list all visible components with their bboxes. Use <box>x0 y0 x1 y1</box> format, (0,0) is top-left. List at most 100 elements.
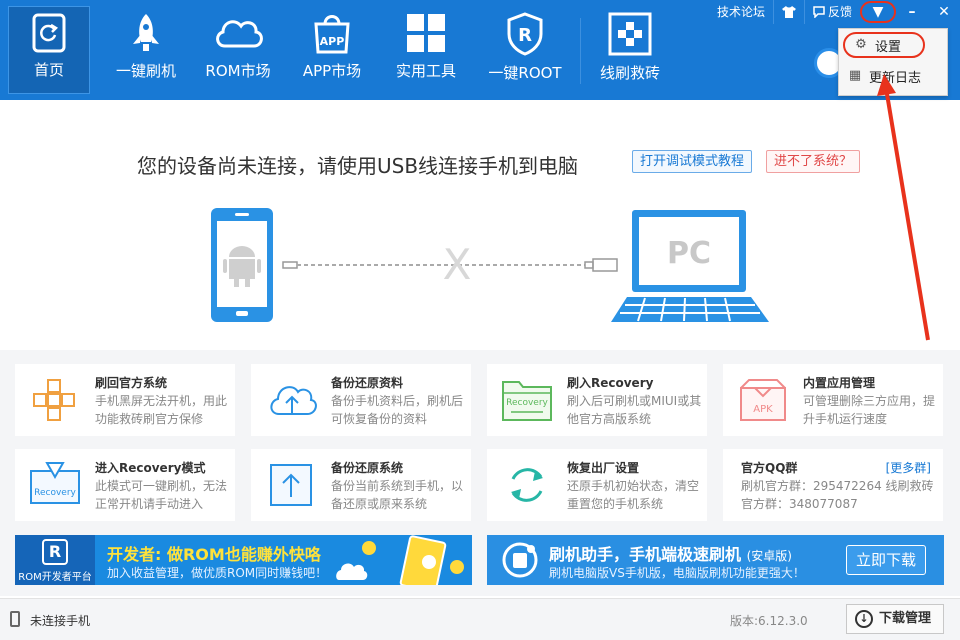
cannot-boot-button[interactable]: 进不了系统？ <box>766 150 861 173</box>
app-window: 首页 一键刷机 ROM市场 APP APP市场 实用工具 R 一键ROOT 线刷… <box>0 0 960 640</box>
nav-home-label: 首页 <box>33 61 64 79</box>
nav-tools-label: 实用工具 <box>395 62 456 80</box>
caret-down-icon: ▼ <box>872 4 884 20</box>
nav-tools[interactable]: 实用工具 <box>390 6 462 94</box>
developer-banner-title-main: 做ROM也能赚外快咯 <box>166 545 321 564</box>
app-bag-icon: APP <box>314 15 350 54</box>
feature-desc: 刷机官方群：295472264 线刷救砖官方群：348077087 <box>741 479 934 511</box>
feature-title: 恢复出厂设置 <box>567 461 640 475</box>
nav-rom-market[interactable]: ROM市场 <box>200 6 276 94</box>
nav-home[interactable]: 首页 <box>8 6 90 94</box>
nav-rom-market-label: ROM市场 <box>205 62 271 80</box>
feature-title: 刷入Recovery <box>567 376 654 390</box>
phone-icon <box>211 208 273 322</box>
more-groups-link[interactable]: [更多群] <box>886 459 931 476</box>
upload-box-icon <box>270 464 312 506</box>
apk-box-icon: APK <box>740 379 786 421</box>
feature-title: 刷回官方系统 <box>95 376 168 390</box>
nav-one-click-root-label: 一键ROOT <box>488 64 562 82</box>
developer-banner-title: 开发者: 做ROM也能赚外快咯 <box>107 541 321 565</box>
recovery-mode-icon: Recovery <box>30 462 80 504</box>
grid-cross-icon <box>33 379 75 421</box>
developer-banner[interactable]: R ROM开发者平台 开发者: 做ROM也能赚外快咯 加入收益管理，做优质ROM… <box>15 535 472 585</box>
nav-line-flash-label: 线刷救砖 <box>599 64 660 82</box>
rocket-icon <box>133 14 159 51</box>
coins-phone-icon <box>336 535 464 585</box>
main-menu-button[interactable]: ▼ <box>860 1 896 23</box>
cloud-upload-icon <box>270 386 317 415</box>
feedback-button[interactable]: 反馈 <box>803 0 860 24</box>
recovery-mode-text: Recovery <box>34 488 76 498</box>
feature-card-app-manage[interactable]: APK 内置应用管理 可管理删除三方应用，提升手机运行速度 <box>723 364 943 436</box>
phone-status-icon <box>10 611 20 627</box>
minimize-button[interactable]: – <box>896 0 928 24</box>
developer-banner-title-prefix: 开发者: <box>107 545 162 564</box>
connect-prompt: 您的设备尚未连接，请使用USB线连接手机到电脑 <box>137 154 579 178</box>
menu-item-settings[interactable]: ⚙ 设置 <box>843 32 925 58</box>
forum-link[interactable]: 技术论坛 <box>709 0 773 24</box>
feature-desc: 此模式可一键刷机，无法正常开机请手动进入 <box>95 479 228 511</box>
feature-title: 官方QQ群 <box>741 461 798 475</box>
feature-desc: 备份手机资料后，刷机后可恢复备份的资料 <box>331 394 464 426</box>
nav-divider <box>580 18 581 84</box>
download-manager-label: 下载管理 <box>879 611 932 626</box>
feature-card-restore-official[interactable]: 刷回官方系统 手机黑屏无法开机，用此功能救砖刷官方保修 <box>15 364 235 436</box>
chat-icon <box>813 6 825 18</box>
nav-one-click-flash[interactable]: 一键刷机 <box>108 6 184 94</box>
debug-tutorial-button[interactable]: 打开调试模式教程 <box>632 150 753 173</box>
menu-item-settings-label: 设置 <box>875 39 902 55</box>
download-now-button[interactable]: 立即下载 <box>846 545 926 575</box>
rom-dev-logo-letter: R <box>42 539 68 565</box>
feature-desc: 还原手机初始状态，清空重置您的手机系统 <box>567 479 700 511</box>
close-button[interactable]: ✕ <box>928 0 960 24</box>
cloud-icon <box>216 20 263 48</box>
recovery-folder-icon: Recovery <box>502 381 552 421</box>
feature-card-flash-recovery[interactable]: Recovery 刷入Recovery 刷入后可刷机或MIUI或其他官方高版系统 <box>487 364 707 436</box>
skin-button[interactable] <box>772 0 804 24</box>
recovery-folder-text: Recovery <box>506 398 548 408</box>
feature-card-recovery-mode[interactable]: Recovery 进入Recovery模式 此模式可一键刷机，无法正常开机请手动… <box>15 449 235 521</box>
shirt-icon <box>781 6 796 18</box>
version-label: 版本:6.12.3.0 <box>730 614 808 628</box>
feature-title: 备份还原系统 <box>331 461 404 475</box>
reset-cycle-icon <box>511 468 543 502</box>
laptop-icon: PC <box>611 210 769 322</box>
status-bar: 未连接手机 版本:6.12.3.0 <box>0 598 960 640</box>
feature-card-backup-system[interactable]: 备份还原系统 备份当前系统到手机，以备还原或原来系统 <box>251 449 471 521</box>
mobile-app-banner[interactable]: 刷机助手，手机端极速刷机 (安卓版) 刷机电脑版VS手机版，电脑版刷机功能更强大… <box>487 535 944 585</box>
feature-title: 进入Recovery模式 <box>95 461 206 475</box>
nav-app-market-label: APP市场 <box>302 62 362 80</box>
header: 首页 一键刷机 ROM市场 APP APP市场 实用工具 R 一键ROOT 线刷… <box>0 0 960 100</box>
calendar-icon: ▦ <box>848 68 862 83</box>
download-manager-button[interactable]: ↓ 下载管理 <box>846 604 944 634</box>
mobile-app-banner-tag: (安卓版) <box>746 549 792 563</box>
nav-one-click-root[interactable]: R 一键ROOT <box>482 6 568 94</box>
grid-icon <box>407 14 445 52</box>
nav-app-market[interactable]: APP APP市场 <box>296 6 368 94</box>
mobile-app-banner-title-main: 刷机助手，手机端极速刷机 <box>549 545 742 564</box>
feature-desc: 备份当前系统到手机，以备还原或原来系统 <box>331 479 464 511</box>
feature-title: 内置应用管理 <box>803 376 876 390</box>
cross-tool-icon <box>608 12 652 56</box>
title-bar-controls: 技术论坛 反馈 ▼ – ✕ <box>709 0 960 24</box>
rom-dev-logo: R ROM开发者平台 <box>15 535 95 585</box>
feature-card-factory-reset[interactable]: 恢复出厂设置 还原手机初始状态，清空重置您的手机系统 <box>487 449 707 521</box>
gear-icon: ⚙ <box>855 37 867 52</box>
feature-card-backup-data[interactable]: 备份还原资料 备份手机资料后，刷机后可恢复备份的资料 <box>251 364 471 436</box>
connection-illustration: X PC <box>211 208 769 322</box>
menu-item-changelog[interactable]: ▦ 更新日志 <box>839 61 947 91</box>
feature-desc: 刷入后可刷机或MIUI或其他官方高版系统 <box>567 394 702 426</box>
rom-dev-logo-text: ROM开发者平台 <box>18 572 92 583</box>
root-shield-icon-text: R <box>518 25 532 46</box>
connection-status: 未连接手机 <box>30 614 91 628</box>
app-bag-icon-text: APP <box>320 35 345 48</box>
mobile-app-banner-title: 刷机助手，手机端极速刷机 (安卓版) <box>549 541 792 565</box>
disconnected-icon: X <box>443 240 472 289</box>
download-arrow-icon: ↓ <box>855 610 873 628</box>
root-shield-icon: R <box>507 12 543 56</box>
main-menu-dropdown: ⚙ 设置 ▦ 更新日志 <box>838 28 948 96</box>
apk-box-text: APK <box>753 404 773 415</box>
nav-one-click-flash-label: 一键刷机 <box>115 62 176 80</box>
nav-line-flash[interactable]: 线刷救砖 <box>592 6 668 94</box>
flash-assistant-logo-icon <box>502 542 538 578</box>
